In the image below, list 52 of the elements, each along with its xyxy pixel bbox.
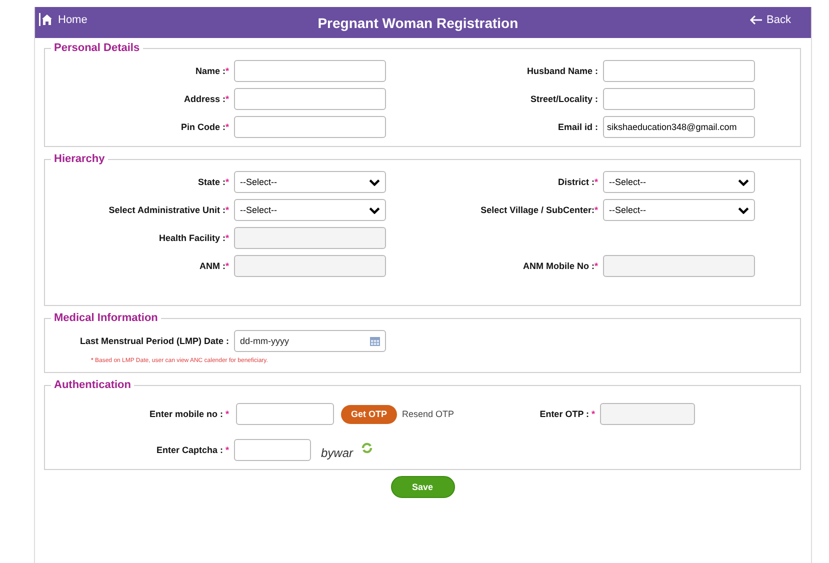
section-title: Hierarchy <box>53 153 106 165</box>
field-label: Select Village / SubCenter:* <box>480 205 599 215</box>
field-label: Enter mobile no : * <box>148 409 230 419</box>
input-field[interactable] <box>234 439 311 461</box>
input-field[interactable] <box>603 88 755 110</box>
input-field[interactable] <box>234 116 386 138</box>
input-field[interactable] <box>603 255 755 277</box>
chevron-down-icon <box>738 206 749 214</box>
captcha-text: bywar <box>321 446 354 460</box>
select-dropdown[interactable]: --Select-- <box>234 199 386 221</box>
select-dropdown[interactable]: --Select-- <box>603 171 755 193</box>
field-label: Enter Captcha : * <box>155 445 230 455</box>
section-title: Medical Information <box>53 312 159 324</box>
input-field[interactable]: sikshaeducation348@gmail.com <box>603 116 755 138</box>
field-label: Email id : <box>556 122 599 132</box>
input-field[interactable] <box>236 403 334 425</box>
page-title: Pregnant Woman Registration <box>316 14 520 30</box>
input-field[interactable] <box>234 227 386 249</box>
section-title: Personal Details <box>53 42 141 54</box>
chevron-down-icon <box>369 206 380 214</box>
field-label: ANM :* <box>198 261 230 271</box>
input-field[interactable] <box>600 403 696 425</box>
field-label: Enter OTP : * <box>538 409 596 419</box>
field-label: State :* <box>196 177 230 187</box>
input-field[interactable] <box>234 255 386 277</box>
field-label: Husband Name : <box>526 66 599 76</box>
back-link[interactable]: Back <box>748 14 791 26</box>
chevron-down-icon <box>369 178 380 186</box>
field-label: Select Administrative Unit :* <box>108 205 230 215</box>
calendar-icon <box>370 336 380 346</box>
select-dropdown[interactable]: --Select-- <box>234 171 386 193</box>
field-label: Name :* <box>194 66 230 76</box>
input-field[interactable] <box>603 60 755 82</box>
input-field[interactable] <box>234 60 386 82</box>
field-label: Address :* <box>182 94 230 104</box>
field-label: Last Menstrual Period (LMP) Date : <box>78 336 230 346</box>
home-link[interactable]: Home <box>39 13 88 26</box>
field-label: ANM Mobile No :* <box>522 261 599 271</box>
date-field[interactable]: dd-mm-yyyy <box>234 330 386 352</box>
refresh-icon[interactable] <box>361 442 374 454</box>
resend-otp-link[interactable]: Resend OTP <box>402 409 454 419</box>
back-arrow-icon <box>748 14 763 24</box>
field-label: District :* <box>556 177 599 187</box>
field-label: Pin Code :* <box>180 122 230 132</box>
section-title: Authentication <box>53 379 132 391</box>
chevron-down-icon <box>738 178 749 186</box>
get-otp-button[interactable]: Get OTP <box>341 404 398 424</box>
select-dropdown[interactable]: --Select-- <box>603 199 755 221</box>
input-field[interactable] <box>234 88 386 110</box>
field-label: Street/Locality : <box>529 94 599 104</box>
home-icon <box>39 13 53 26</box>
field-label: Health Facility :* <box>158 233 230 243</box>
